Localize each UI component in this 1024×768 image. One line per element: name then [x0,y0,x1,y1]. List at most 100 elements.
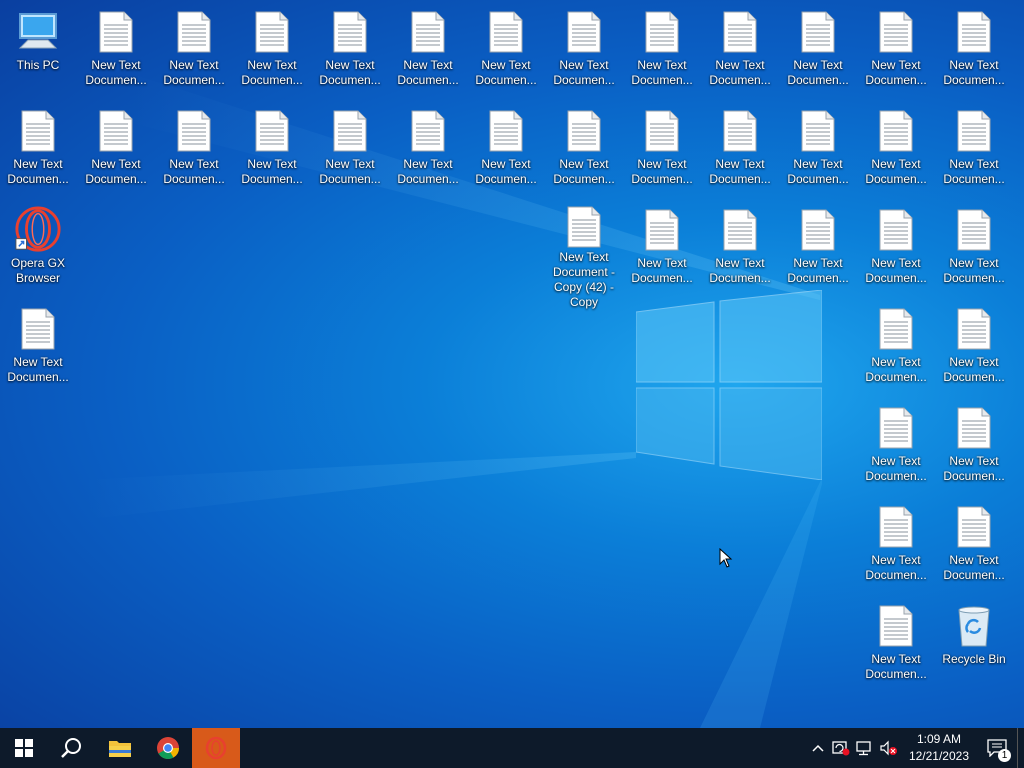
desktop-shortcut-label: New Text Document - Copy (42) - Copy [552,250,616,309]
desktop-shortcut[interactable]: New Text Documen... [781,198,855,292]
text-document-icon [170,8,218,56]
text-document-icon [716,206,764,254]
show-hidden-icons-button[interactable] [807,728,829,768]
desktop-shortcut-label: New Text Documen... [163,157,225,186]
desktop-shortcut[interactable]: New Text Documen... [859,198,933,292]
file-explorer-button[interactable] [96,728,144,768]
text-document-icon [872,602,920,650]
text-document-icon [248,8,296,56]
desktop-shortcut-label: New Text Documen... [865,58,927,87]
start-button[interactable] [0,728,48,768]
desktop-shortcut[interactable]: New Text Documen... [313,99,387,193]
desktop-shortcut[interactable]: Recycle Bin [937,594,1011,688]
chrome-button[interactable] [144,728,192,768]
desktop-shortcut[interactable]: New Text Documen... [547,0,621,94]
desktop-shortcut[interactable]: New Text Documen... [781,99,855,193]
text-document-icon [794,8,842,56]
desktop-shortcut[interactable]: New Text Documen... [703,99,777,193]
opera-gx-browser-icon [14,206,62,254]
clock-date: 12/21/2023 [908,749,969,763]
text-document-icon [716,8,764,56]
desktop-shortcut[interactable]: New Text Documen... [79,0,153,94]
desktop-shortcut[interactable]: New Text Documen... [1,297,75,391]
desktop-shortcut[interactable]: New Text Documen... [937,396,1011,490]
text-document-icon [14,107,62,155]
text-document-icon [950,503,998,551]
desktop-shortcut[interactable]: New Text Documen... [469,0,543,94]
text-document-icon [404,107,452,155]
desktop-shortcut[interactable]: New Text Documen... [235,99,309,193]
desktop-shortcut[interactable]: New Text Documen... [937,99,1011,193]
desktop-shortcut-label: New Text Documen... [631,58,693,87]
opera-gx-taskbar-button[interactable] [192,728,240,768]
text-document-icon [872,107,920,155]
chevron-up-icon [812,744,824,752]
desktop-shortcut[interactable]: New Text Documen... [157,0,231,94]
desktop-shortcut-label: New Text Documen... [709,157,771,186]
desktop-shortcut[interactable]: New Text Documen... [781,0,855,94]
search-button[interactable] [48,728,96,768]
desktop-shortcut[interactable]: New Text Document - Copy (42) - Copy [547,198,621,309]
volume-tray-button[interactable] [877,728,901,768]
desktop-shortcut[interactable]: New Text Documen... [625,99,699,193]
chrome-icon [157,737,179,759]
desktop-shortcut-label: New Text Documen... [943,157,1005,186]
text-document-icon [14,305,62,353]
desktop-shortcut[interactable]: New Text Documen... [937,495,1011,589]
desktop-shortcut[interactable]: New Text Documen... [625,198,699,292]
desktop-shortcut[interactable]: New Text Documen... [313,0,387,94]
desktop-shortcut[interactable]: Opera GX Browser [1,198,75,292]
desktop-shortcut[interactable]: New Text Documen... [937,0,1011,94]
notification-count-badge: 1 [998,749,1011,762]
desktop-shortcut[interactable]: New Text Documen... [937,198,1011,292]
desktop-shortcut-label: New Text Documen... [787,157,849,186]
taskbar: 1:09 AM 12/21/2023 1 [0,728,1024,768]
desktop-shortcut[interactable]: New Text Documen... [703,198,777,292]
desktop-shortcut-label: New Text Documen... [631,256,693,285]
desktop-shortcut[interactable]: New Text Documen... [391,99,465,193]
desktop-shortcut[interactable]: New Text Documen... [859,297,933,391]
text-document-icon [638,107,686,155]
mouse-cursor-icon [719,548,733,568]
desktop-shortcut-label: New Text Documen... [709,58,771,87]
text-document-icon [950,404,998,452]
desktop-shortcut[interactable]: This PC [1,0,75,94]
desktop-shortcut-label: New Text Documen... [943,355,1005,384]
desktop-shortcut-label: New Text Documen... [241,58,303,87]
show-desktop-button[interactable] [1017,728,1024,768]
desktop-shortcut[interactable]: New Text Documen... [703,0,777,94]
action-center-button[interactable]: 1 [977,728,1017,768]
desktop-shortcut-label: New Text Documen... [397,157,459,186]
desktop-shortcut[interactable]: New Text Documen... [79,99,153,193]
text-document-icon [872,503,920,551]
desktop-shortcut-label: New Text Documen... [865,553,927,582]
recycle-bin-icon [950,602,998,650]
search-icon [61,738,81,758]
desktop-shortcut[interactable]: New Text Documen... [235,0,309,94]
text-document-icon [326,107,374,155]
desktop-shortcut[interactable]: New Text Documen... [547,99,621,193]
desktop-shortcut[interactable]: New Text Documen... [859,396,933,490]
desktop-shortcut[interactable]: New Text Documen... [625,0,699,94]
desktop-shortcut[interactable]: New Text Documen... [157,99,231,193]
desktop-shortcut[interactable]: New Text Documen... [469,99,543,193]
text-document-icon [950,107,998,155]
desktop-shortcut-label: New Text Documen... [865,157,927,186]
desktop-shortcut[interactable]: New Text Documen... [1,99,75,193]
desktop-shortcut[interactable]: New Text Documen... [859,0,933,94]
desktop-shortcut[interactable]: New Text Documen... [859,594,933,688]
clock[interactable]: 1:09 AM 12/21/2023 [901,728,977,768]
desktop-shortcut-label: New Text Documen... [709,256,771,285]
desktop-shortcut[interactable]: New Text Documen... [937,297,1011,391]
network-tray-button[interactable] [853,728,877,768]
desktop-shortcut-label: New Text Documen... [475,58,537,87]
network-icon [856,741,871,756]
desktop-shortcut-label: New Text Documen... [85,58,147,87]
desktop-shortcut[interactable]: New Text Documen... [859,99,933,193]
desktop-shortcut-label: This PC [16,58,60,72]
desktop-shortcut[interactable]: New Text Documen... [859,495,933,589]
security-tray-button[interactable] [829,728,853,768]
text-document-icon [638,206,686,254]
desktop-shortcut[interactable]: New Text Documen... [391,0,465,94]
text-document-icon [872,206,920,254]
